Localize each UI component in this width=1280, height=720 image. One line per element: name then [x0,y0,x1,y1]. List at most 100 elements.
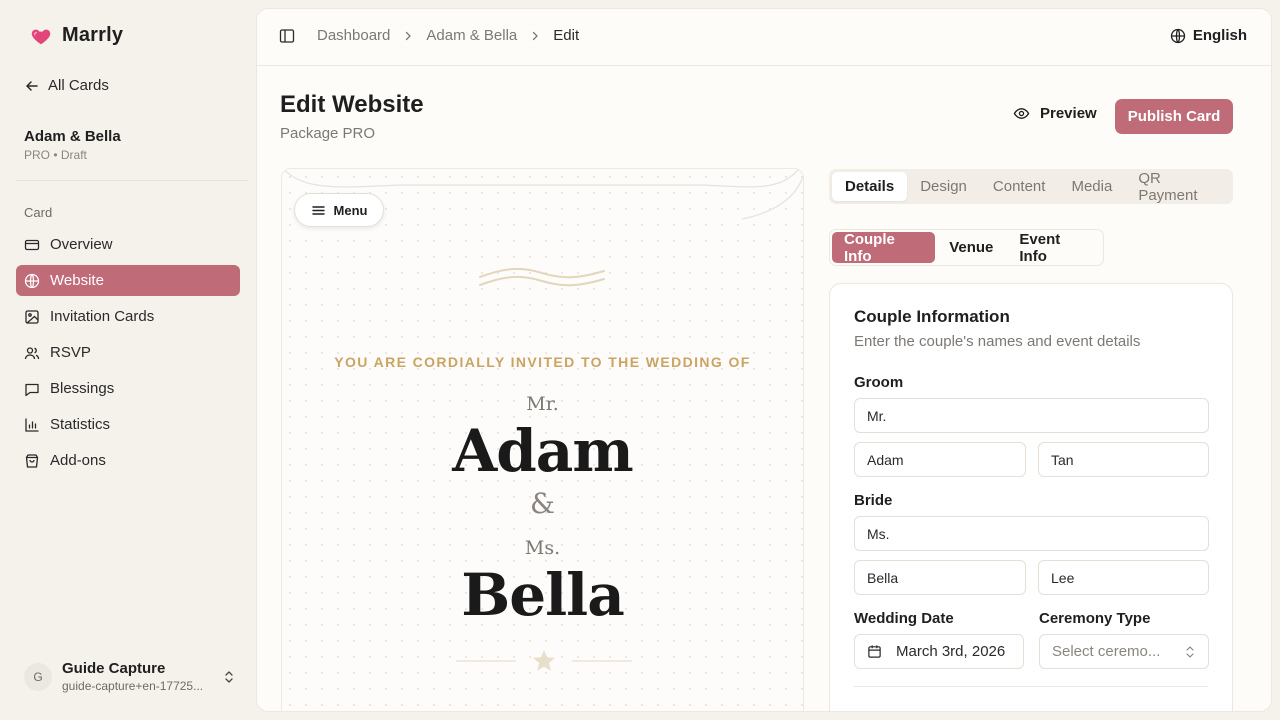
groom-title: Mr. [526,393,559,415]
brand-logo[interactable]: Marrly [30,24,123,47]
user-name: Guide Capture [62,660,166,677]
ceremony-type-placeholder: Select ceremo... [1052,643,1161,660]
ceremony-type-label: Ceremony Type [1039,610,1151,627]
tab-design[interactable]: Design [907,172,980,201]
preview-label: Preview [1040,105,1097,122]
couple-info-card: Couple Information Enter the couple's na… [829,283,1233,711]
message-icon [25,383,39,396]
all-cards-link[interactable]: All Cards [24,77,109,94]
chevrons-up-down-icon [225,670,233,683]
couple-info-description: Enter the couple's names and event detai… [854,333,1141,350]
card-info: Adam & Bella PRO • Draft [24,128,121,162]
tab-details[interactable]: Details [832,172,908,201]
bride-name: Bella [461,561,625,629]
sidebar-item-rsvp[interactable]: RSVP [16,337,240,368]
ceremony-type-select[interactable]: Select ceremo... [1039,634,1209,669]
tab-content[interactable]: Content [980,172,1059,201]
sidebar-item-invitation-cards[interactable]: Invitation Cards [16,301,240,332]
publish-card-button[interactable]: Publish Card [1115,99,1233,134]
groom-first-name-field[interactable]: Adam [854,442,1026,477]
heart-logo-icon [31,29,51,44]
wedding-date-label: Wedding Date [854,610,954,627]
preview-button[interactable]: Preview [1013,105,1097,122]
tab-qr-payment[interactable]: QR Payment [1125,170,1230,204]
menu-label: Menu [333,202,368,218]
topbar: Dashboard Adam & Bella Edit English [257,9,1271,66]
brand-name: Marrly [62,24,124,46]
arrow-left-icon [26,80,38,91]
credit-card-icon [24,239,40,250]
eye-icon [1013,108,1030,119]
users-icon [24,346,40,359]
subtab-event-info[interactable]: Event Info [1007,231,1101,265]
card-title: Adam & Bella [24,128,121,145]
breadcrumb-dashboard[interactable]: Dashboard [317,27,390,44]
user-info: Guide Capture guide-capture+en-17725... [62,660,212,693]
globe-icon [24,273,40,288]
sidebar-item-website[interactable]: Website [16,265,240,296]
wedding-date-value: March 3rd, 2026 [896,643,1006,660]
couple-info-title: Couple Information [854,307,1010,326]
chevrons-up-down-icon [1186,645,1194,658]
sidebar-item-label: Website [50,272,104,289]
sidebar-item-label: Add-ons [50,452,106,469]
chevron-right-icon [406,31,412,40]
user-menu[interactable]: G Guide Capture guide-capture+en-17725..… [24,660,236,693]
subtab-couple-info[interactable]: Couple Info [832,231,936,265]
breadcrumb-current: Edit [553,27,580,44]
shopping-bag-icon [25,453,39,468]
image-icon [25,309,39,324]
bride-first-name-field[interactable]: Bella [854,560,1026,595]
main-panel: Dashboard Adam & Bella Edit English Edit… [256,8,1272,712]
sidebar-item-label: Overview [50,236,113,253]
sidebar-item-blessings[interactable]: Blessings [16,373,240,404]
groom-last-name-field[interactable]: Tan [1038,442,1209,477]
wedding-date-picker[interactable]: March 3rd, 2026 [854,634,1024,669]
menu-button[interactable]: Menu [294,193,384,227]
invitation-text: YOU ARE CORDIALLY INVITED TO THE WEDDING… [334,354,751,370]
language-selector[interactable]: English [1170,27,1247,44]
sidebar-section-label: Card [24,205,53,220]
all-cards-label: All Cards [48,77,109,94]
sidebar-nav: Overview Website Invitation Cards RSVP B… [16,229,240,481]
bride-label: Bride [854,492,893,509]
details-subtabs: Couple Info Venue Event Info [829,229,1104,266]
groom-title-field[interactable]: Mr. [854,398,1209,433]
sidebar-item-add-ons[interactable]: Add-ons [16,445,240,476]
subtab-venue[interactable]: Venue [937,232,1005,263]
sidebar-item-label: Blessings [50,380,115,397]
groom-label: Groom [854,374,904,391]
menu-icon [311,205,325,215]
bride-title: Ms. [524,537,561,559]
sidebar-item-label: Invitation Cards [50,308,155,325]
ampersand: & [530,487,555,520]
sidebar-divider [16,180,248,181]
sidebar-item-label: Statistics [50,416,111,433]
page-subtitle: Package PRO [280,125,376,142]
calendar-icon [868,645,881,658]
groom-name: Adam [452,417,634,485]
sidebar: Marrly All Cards Adam & Bella PRO • Draf… [0,0,256,720]
globe-icon [1170,28,1185,43]
bride-title-field[interactable]: Ms. [854,516,1209,551]
sidebar-item-statistics[interactable]: Statistics [16,409,240,440]
page-title: Edit Website [280,91,424,118]
form-divider [854,686,1208,687]
star-divider-icon [456,650,632,671]
breadcrumb-card[interactable]: Adam & Bella [426,27,517,44]
ornament-icon [479,267,605,287]
card-status: PRO • Draft [24,148,87,162]
sidebar-item-label: RSVP [50,344,91,361]
avatar: G [24,662,52,691]
language-label: English [1192,27,1247,44]
bride-last-name-field[interactable]: Lee [1038,560,1209,595]
chevron-right-icon [533,31,539,40]
bar-chart-icon [25,417,39,432]
tab-media[interactable]: Media [1058,172,1125,201]
website-preview: Menu YOU ARE CORDIALLY INVITED TO THE WE… [281,168,804,711]
breadcrumb: Dashboard Adam & Bella Edit [317,27,579,44]
sidebar-item-overview[interactable]: Overview [16,229,240,260]
sidebar-toggle-icon[interactable] [279,28,295,44]
editor-tabs: Details Design Content Media QR Payment [829,169,1233,204]
user-email: guide-capture+en-17725... [62,679,204,693]
